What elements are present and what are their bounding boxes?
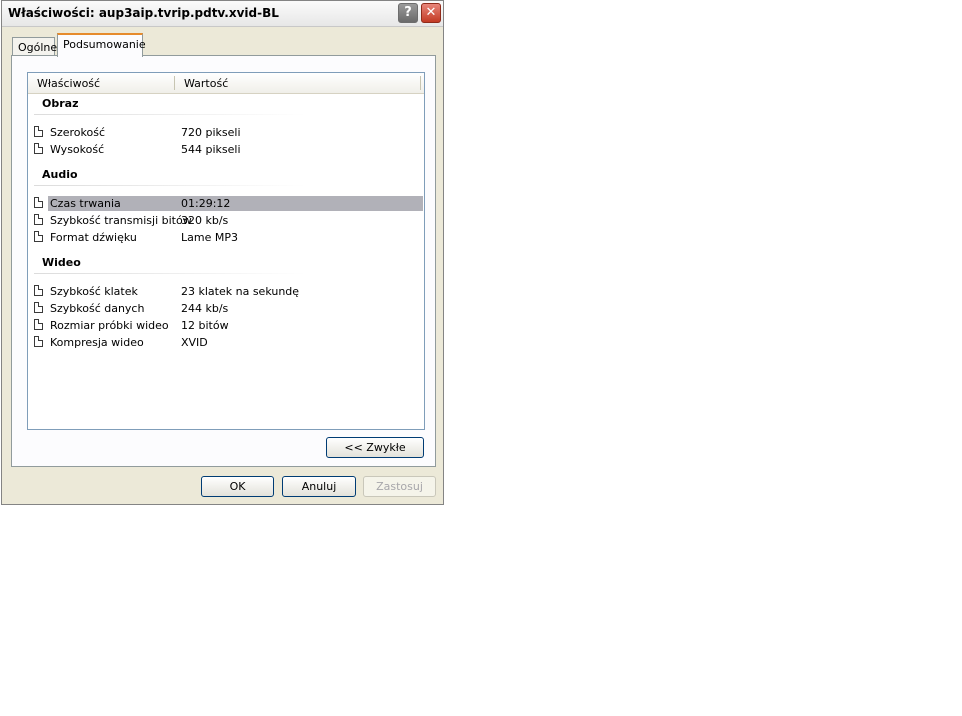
group-header: Audio [42, 168, 78, 181]
close-button[interactable]: ✕ [421, 3, 441, 23]
document-icon [34, 231, 43, 242]
list-item[interactable]: Szybkość transmisji bitów 320 kb/s [28, 213, 424, 229]
tab-panel-summary: Właściwość Wartość Obraz Szerokość 720 pik… [11, 55, 436, 467]
list-item[interactable]: Szybkość klatek 23 klatek na sekundę [28, 284, 424, 300]
list-item[interactable]: Kompresja wideo XVID [28, 335, 424, 351]
column-divider[interactable] [420, 76, 421, 90]
apply-button: Zastosuj [363, 476, 436, 497]
document-icon [34, 302, 43, 313]
cancel-button[interactable]: Anuluj [282, 476, 356, 497]
list-item[interactable]: Szybkość danych 244 kb/s [28, 301, 424, 317]
question-mark-icon: ? [404, 5, 412, 20]
list-item[interactable]: Czas trwania 01:29:12 [28, 196, 424, 212]
property-name: Czas trwania [50, 197, 121, 210]
property-name: Szybkość klatek [50, 285, 138, 298]
property-value: 544 pikseli [181, 143, 241, 156]
property-name: Rozmiar próbki wideo [50, 319, 169, 332]
list-item[interactable]: Rozmiar próbki wideo 12 bitów [28, 318, 424, 334]
list-header: Właściwość Wartość [28, 73, 424, 94]
property-value: 12 bitów [181, 319, 229, 332]
document-icon [34, 197, 43, 208]
property-value: XVID [181, 336, 208, 349]
column-divider[interactable] [174, 76, 175, 90]
close-icon: ✕ [425, 5, 437, 20]
document-icon [34, 336, 43, 347]
document-icon [34, 214, 43, 225]
property-name: Wysokość [50, 143, 105, 156]
property-name: Szerokość [50, 126, 106, 139]
property-value: 01:29:12 [181, 197, 231, 210]
tab-summary[interactable]: Podsumowanie [57, 33, 146, 57]
property-value: 320 kb/s [181, 214, 229, 227]
property-value: 244 kb/s [181, 302, 229, 315]
group-header: Wideo [42, 256, 81, 269]
property-value: 720 pikseli [181, 126, 241, 139]
ok-button[interactable]: OK [201, 476, 274, 497]
list-item[interactable]: Wysokość 544 pikseli [28, 142, 424, 158]
list-item[interactable]: Szerokość 720 pikseli [28, 125, 424, 141]
document-icon [34, 126, 43, 137]
group-divider [34, 273, 306, 274]
simple-view-button[interactable]: << Zwykłe [326, 437, 424, 458]
property-value: Lame MP3 [181, 231, 238, 244]
property-name: Szybkość danych [50, 302, 145, 315]
property-value: 23 klatek na sekundę [181, 285, 300, 298]
group-header: Obraz [42, 97, 79, 110]
property-name: Format dźwięku [50, 231, 137, 244]
group-divider [34, 185, 306, 186]
group-divider [34, 114, 306, 115]
list-item[interactable]: Format dźwięku Lame MP3 [28, 230, 424, 246]
title-bar[interactable]: Właściwości: aup3aip.tvrip.pdtv.xvid-BL … [2, 1, 443, 27]
document-icon [34, 285, 43, 296]
property-name: Kompresja wideo [50, 336, 144, 349]
column-header-property[interactable]: Właściwość [37, 77, 100, 90]
column-header-value[interactable]: Wartość [184, 77, 228, 90]
property-name: Szybkość transmisji bitów [50, 214, 192, 227]
properties-dialog: Właściwości: aup3aip.tvrip.pdtv.xvid-BL … [1, 0, 444, 505]
document-icon [34, 319, 43, 330]
document-icon [34, 143, 43, 154]
window-title: Właściwości: aup3aip.tvrip.pdtv.xvid-BL [8, 6, 279, 20]
properties-list[interactable]: Właściwość Wartość Obraz Szerokość 720 pik… [27, 72, 425, 430]
help-button[interactable]: ? [398, 3, 418, 23]
tab-general[interactable]: Ogólne [12, 37, 57, 56]
